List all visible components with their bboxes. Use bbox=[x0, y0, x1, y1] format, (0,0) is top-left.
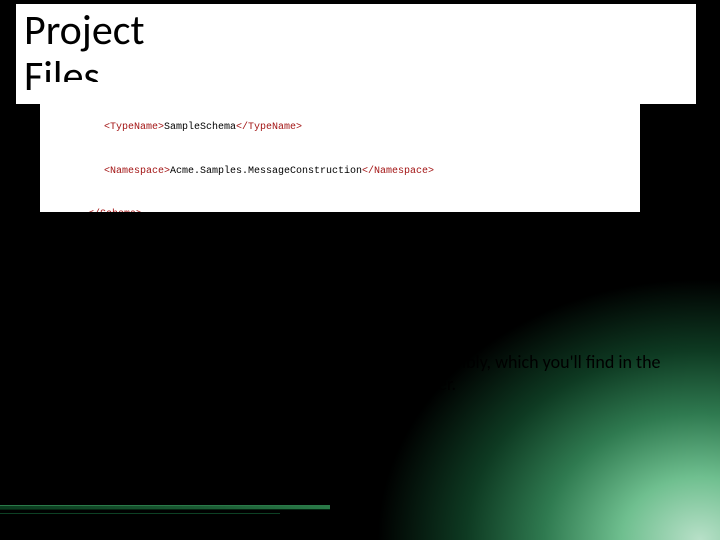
xml-text: Acme.Samples.MessageConstruction bbox=[170, 166, 362, 177]
xml-tag: </TypeName> bbox=[236, 122, 302, 133]
body-paragraph: Biz.Talk MSBuild tasks are implemented i… bbox=[56, 328, 666, 396]
xml-tag: </Namespace> bbox=[362, 166, 434, 177]
xml-tag: <Namespace> bbox=[104, 166, 170, 177]
xml-tag: </Schema> bbox=[88, 209, 142, 212]
accent-line-thin bbox=[0, 513, 280, 514]
code-snippet: <TypeName>SampleSchema</TypeName> <Names… bbox=[40, 82, 640, 212]
slide: Project Files <TypeName>SampleSchema</Ty… bbox=[0, 0, 720, 540]
xml-tag: <TypeName> bbox=[104, 122, 164, 133]
xml-text: SampleSchema bbox=[164, 122, 236, 133]
accent-line bbox=[0, 505, 330, 510]
